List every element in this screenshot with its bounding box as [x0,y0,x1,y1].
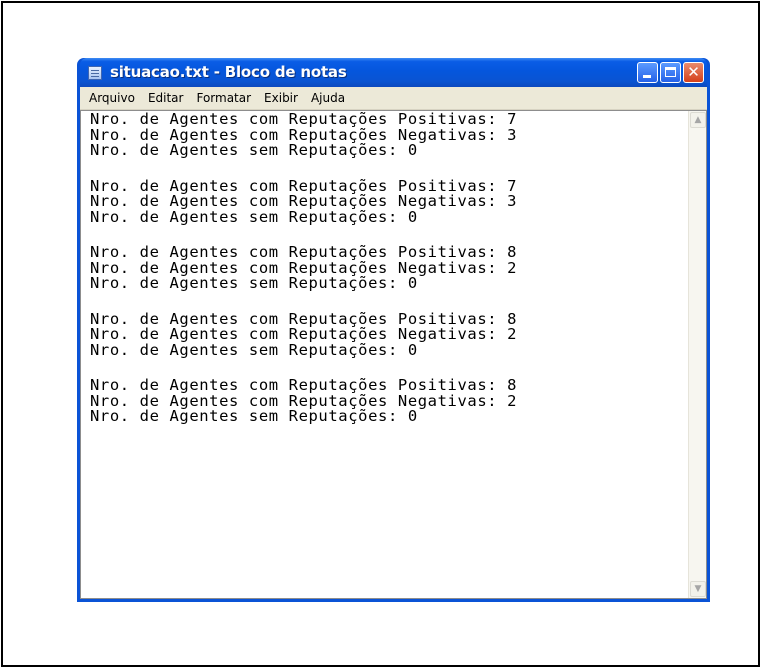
chevron-up-icon: ▲ [694,115,702,125]
text-line: Nro. de Agentes sem Reputações: 0 [90,274,418,292]
text-block: Nro. de Agentes com Reputações Positivas… [90,111,675,159]
text-block: Nro. de Agentes com Reputações Positivas… [90,244,675,292]
notepad-window: situacao.txt - Bloco de notas ✕ Arquivo … [77,58,710,602]
window-title: situacao.txt - Bloco de notas [110,63,347,81]
menu-exibir[interactable]: Exibir [264,91,298,105]
text-line: Nro. de Agentes sem Reputações: 0 [90,407,418,425]
scroll-down-button[interactable]: ▼ [690,581,706,597]
menu-bar: Arquivo Editar Formatar Exibir Ajuda [80,87,707,110]
text-line: Nro. de Agentes sem Reputações: 0 [90,141,418,159]
chevron-down-icon: ▼ [694,584,702,594]
menu-ajuda[interactable]: Ajuda [311,91,345,105]
text-line: Nro. de Agentes sem Reputações: 0 [90,207,418,226]
menu-editar[interactable]: Editar [148,91,184,105]
menu-arquivo[interactable]: Arquivo [89,91,135,105]
text-line: Nro. de Agentes sem Reputações: 0 [90,340,418,359]
menu-formatar[interactable]: Formatar [196,91,251,105]
maximize-icon [665,67,676,77]
text-block: Nro. de Agentes com Reputações Positivas… [90,377,675,425]
minimize-icon [643,75,651,78]
vertical-scrollbar[interactable]: ▲ ▼ [688,111,706,598]
text-block: Nro. de Agentes com Reputações Positivas… [90,178,675,226]
editor-area: Nro. de Agentes com Reputações Positivas… [80,110,707,599]
close-button[interactable]: ✕ [683,62,704,83]
text-content[interactable]: Nro. de Agentes com Reputações Positivas… [81,111,675,598]
notepad-icon [88,66,102,80]
minimize-button[interactable] [637,62,658,83]
maximize-button[interactable] [660,62,681,83]
title-bar[interactable]: situacao.txt - Bloco de notas ✕ [80,58,707,87]
scroll-up-button[interactable]: ▲ [690,112,706,128]
text-block: Nro. de Agentes com Reputações Positivas… [90,311,675,359]
close-icon: ✕ [687,63,700,81]
